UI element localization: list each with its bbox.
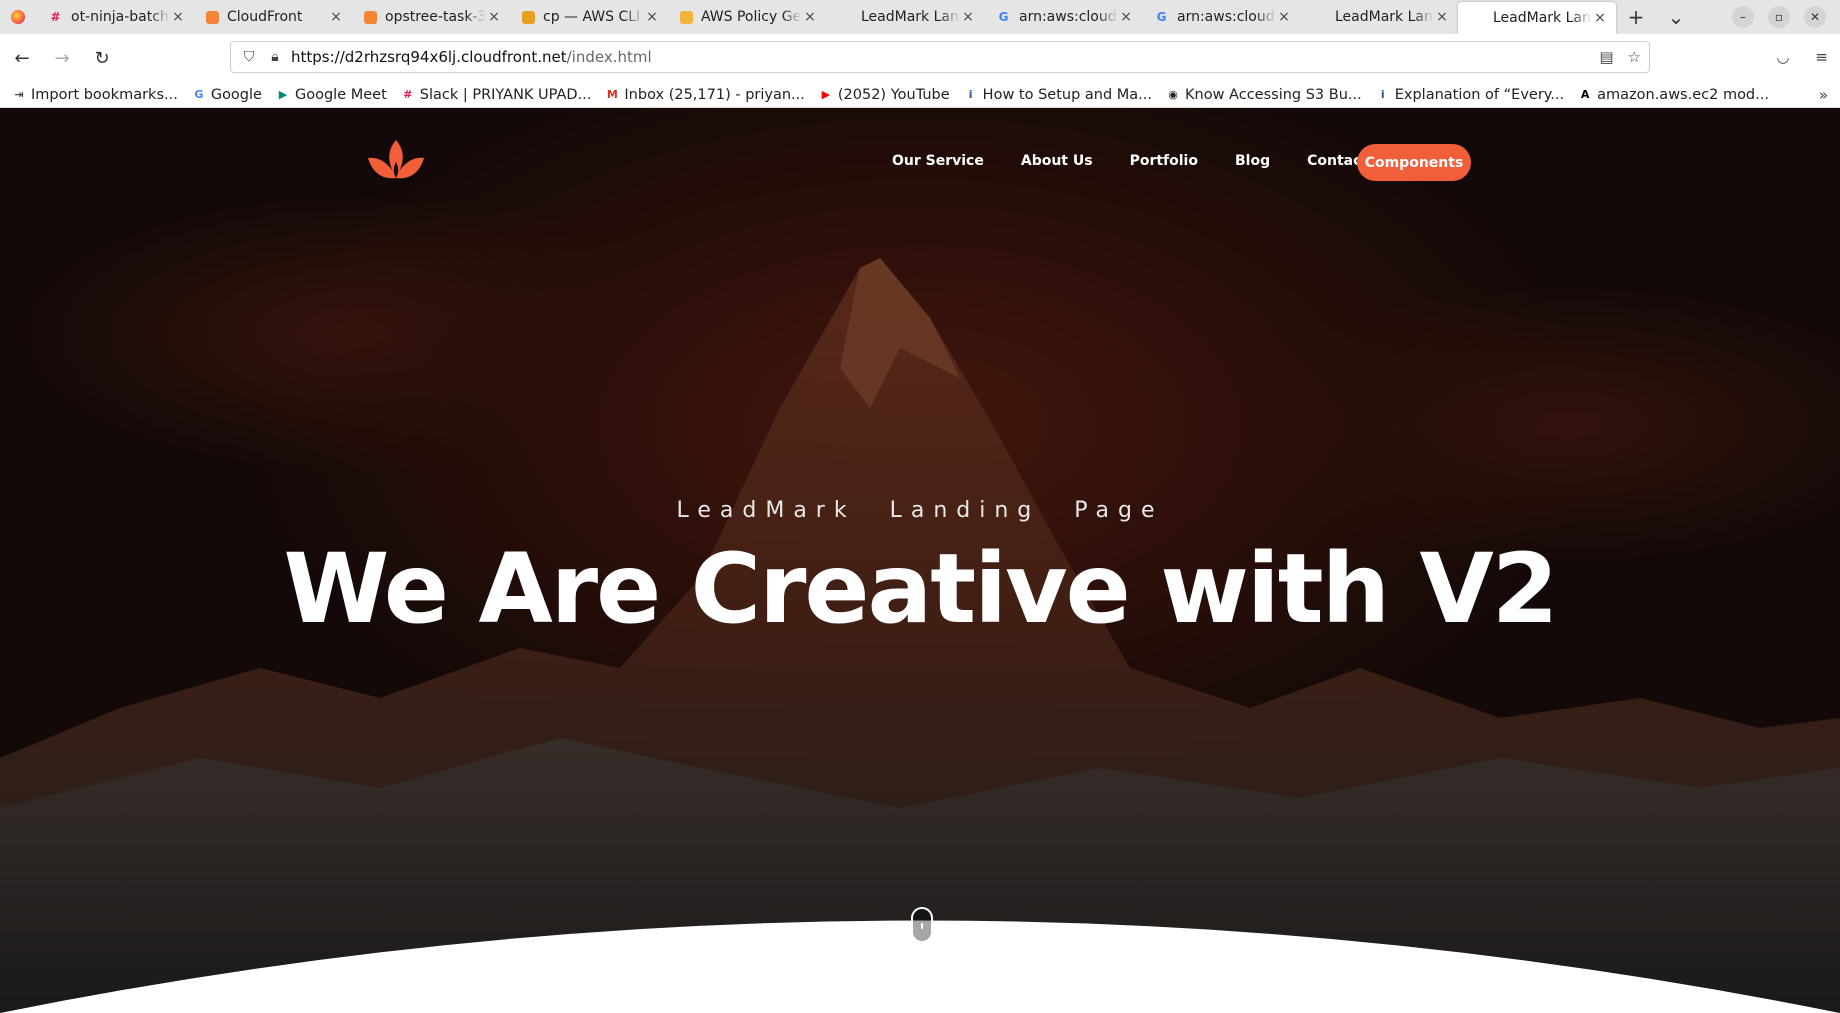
forward-button[interactable]: →: [44, 40, 80, 76]
blank-page-icon: [1470, 11, 1485, 26]
new-tab-button[interactable]: +: [1616, 0, 1656, 34]
close-tab-icon[interactable]: ×: [1592, 10, 1608, 26]
blank-page-icon: [1312, 10, 1327, 25]
minimize-button[interactable]: –: [1732, 6, 1754, 28]
tab-title: LeadMark Landing: [1335, 9, 1434, 25]
close-tab-icon[interactable]: ×: [1118, 9, 1134, 25]
tab-title: arn:aws:cloudfr: [1177, 9, 1276, 25]
browser-tab[interactable]: Garn:aws:cloudfr ×: [1142, 0, 1300, 34]
aws-box-icon: [680, 10, 693, 24]
tab-title: arn:aws:cloudfr: [1019, 9, 1118, 25]
info-icon: i: [1380, 88, 1385, 101]
tab-title: LeadMark Landing: [861, 9, 960, 25]
back-button[interactable]: ←: [4, 40, 40, 76]
bookmark-item[interactable]: ▶ Google Meet: [276, 87, 387, 103]
aws-cube-icon: [206, 10, 219, 24]
bookmark-star-icon[interactable]: ☆: [1628, 48, 1641, 66]
bookmark-item[interactable]: ◉ Know Accessing S3 Bu...: [1166, 87, 1362, 103]
bookmark-label: Google: [210, 86, 262, 103]
browser-tab[interactable]: AWS Policy Gen ×: [668, 0, 826, 34]
close-tab-icon[interactable]: ×: [1276, 9, 1292, 25]
bookmark-item[interactable]: Aamazon.aws.ec2 mod...: [1578, 87, 1769, 103]
close-tab-icon[interactable]: ×: [802, 9, 818, 25]
bookmark-label: amazon.aws.ec2 mod...: [1597, 86, 1769, 103]
browser-tab[interactable]: cp — AWS CLI ×: [510, 0, 668, 34]
navigation-toolbar: ← → ↻ ⛉ 🔒︎ https://d2rhzsrq94x6lj.cloudf…: [0, 34, 1840, 82]
firefox-icon: [0, 0, 36, 34]
pocket-icon[interactable]: ◡: [1776, 48, 1789, 66]
close-tab-icon[interactable]: ×: [170, 9, 186, 25]
tab-title: ot-ninja-batch-: [71, 9, 170, 25]
google-icon: G: [194, 88, 204, 101]
white-curve-divider: [0, 920, 1840, 1013]
aws-doc-icon: [522, 10, 535, 24]
meet-icon: ▶: [278, 88, 288, 101]
bookmark-label: Explanation of “Every...: [1394, 86, 1565, 103]
close-window-button[interactable]: ✕: [1804, 6, 1826, 28]
video-icon: ◉: [1168, 88, 1178, 101]
url-host: https://d2rhzsrq94x6lj.cloudfront.net: [291, 48, 567, 66]
bookmark-label: How to Setup and Ma...: [982, 86, 1153, 103]
chevron-right-icon[interactable]: »: [1819, 86, 1828, 104]
tab-title: CloudFront: [227, 9, 303, 25]
bookmark-item[interactable]: # Slack | PRIYANK UPAD...: [401, 86, 592, 103]
youtube-icon: ▶: [821, 88, 831, 101]
slack-icon: #: [50, 10, 61, 24]
browser-tab[interactable]: Garn:aws:cloudfr ×: [984, 0, 1142, 34]
url-path: /index.html: [566, 48, 652, 66]
blank-page-icon: [838, 10, 853, 25]
bookmark-label: Know Accessing S3 Bu...: [1185, 86, 1362, 103]
close-tab-icon[interactable]: ×: [328, 9, 344, 25]
close-tab-icon[interactable]: ×: [960, 9, 976, 25]
bookmark-label: Import bookmarks...: [31, 86, 178, 103]
bookmark-item[interactable]: i How to Setup and Ma...: [964, 87, 1152, 103]
browser-tab[interactable]: LeadMark Land ×: [1458, 2, 1616, 34]
browser-tab[interactable]: # ot-ninja-batch- ×: [36, 0, 194, 34]
bookmark-item[interactable]: ⇥ Import bookmarks...: [12, 86, 178, 103]
bookmark-label: (2052) YouTube: [837, 86, 950, 103]
bookmark-item[interactable]: M Inbox (25,171) - priyan...: [605, 86, 805, 103]
lock-icon[interactable]: 🔒︎: [265, 49, 285, 65]
tab-title: cp — AWS CLI: [543, 9, 641, 25]
bookmark-label: Slack | PRIYANK UPAD...: [419, 86, 592, 103]
bookmark-label: Google Meet: [294, 86, 387, 103]
google-icon: G: [1156, 10, 1167, 24]
ansible-icon: A: [1580, 88, 1590, 101]
hero-section: Our Service About Us Portfolio Blog Cont…: [0, 108, 1840, 1013]
browser-tab[interactable]: LeadMark Landing×: [826, 0, 984, 34]
browser-tab[interactable]: LeadMark Landing×: [1300, 0, 1458, 34]
chevron-down-icon[interactable]: ⌄: [1656, 0, 1696, 34]
bookmark-item[interactable]: i Explanation of “Every...: [1376, 87, 1564, 103]
scroll-down-mouse-icon[interactable]: [911, 907, 933, 943]
reload-button[interactable]: ↻: [84, 40, 120, 76]
google-icon: G: [998, 10, 1009, 24]
browser-tab[interactable]: CloudFront ×: [194, 0, 352, 34]
bookmark-item[interactable]: ▶ (2052) YouTube: [819, 87, 950, 103]
shield-icon[interactable]: ⛉: [239, 49, 259, 65]
browser-tab[interactable]: opstree-task-3 ×: [352, 0, 510, 34]
aws-cube-icon: [364, 10, 377, 24]
tab-bar: # ot-ninja-batch- × CloudFront × opstree-task…: [0, 0, 1840, 34]
tab-title: opstree-task-3: [385, 9, 486, 25]
slack-icon: #: [403, 88, 413, 101]
info-icon: i: [968, 88, 973, 101]
menu-icon[interactable]: ≡: [1815, 48, 1828, 66]
tab-title: AWS Policy Gen: [701, 9, 802, 25]
tab-title: LeadMark Land: [1493, 10, 1592, 26]
reader-view-icon[interactable]: ▤: [1599, 48, 1613, 66]
bookmark-item[interactable]: G Google: [192, 87, 262, 103]
import-icon: ⇥: [14, 88, 24, 101]
close-tab-icon[interactable]: ×: [486, 9, 502, 25]
gmail-icon: M: [606, 88, 618, 101]
close-tab-icon[interactable]: ×: [1434, 9, 1450, 25]
url-bar[interactable]: ⛉ 🔒︎ https://d2rhzsrq94x6lj.cloudfront.n…: [230, 41, 1650, 73]
bookmark-label: Inbox (25,171) - priyan...: [624, 86, 805, 103]
close-tab-icon[interactable]: ×: [644, 9, 660, 25]
restore-button[interactable]: ▫: [1768, 6, 1790, 28]
bookmarks-toolbar: ⇥ Import bookmarks... G Google ▶ Google Meet #…: [0, 82, 1840, 108]
